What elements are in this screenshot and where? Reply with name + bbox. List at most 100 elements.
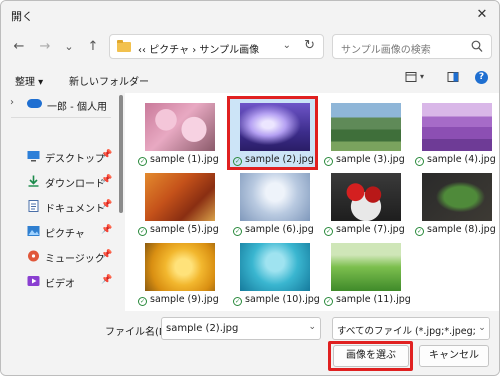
thumbnail (240, 173, 310, 221)
sidebar-item-desktop[interactable]: デスクトップ 📌 (1, 145, 117, 167)
expand-icon[interactable]: › (10, 97, 14, 108)
file-name: sample (9).jpg (150, 294, 219, 305)
file-item[interactable]: ✓ sample (10).jpg (230, 237, 320, 307)
thumbnail (145, 103, 215, 151)
file-item[interactable]: ✓ sample (3).jpg (321, 97, 409, 167)
document-icon (28, 200, 39, 212)
file-type-select[interactable]: すべてのファイル (*.jpg;*.jpeg;*.bmp ⌄ (332, 317, 490, 340)
file-item-selected[interactable]: ✓ sample (2).jpg (230, 97, 318, 167)
file-type-value[interactable]: すべてのファイル (*.jpg;*.jpeg;*.bmp (337, 323, 489, 337)
thumbnail (145, 173, 215, 221)
filename-field[interactable]: sample (2).jpg ⌄ (161, 317, 321, 340)
file-item[interactable]: ✓ sample (4).jpg (412, 97, 499, 167)
view-options-icon[interactable] (405, 71, 417, 83)
view-dropdown-icon[interactable]: ▾ (420, 72, 424, 81)
pin-icon[interactable]: 📌 (101, 150, 112, 160)
thumbnail (331, 103, 401, 151)
cloud-icon (27, 99, 42, 108)
file-item[interactable]: ✓ sample (6).jpg (230, 167, 318, 237)
open-file-dialog: 開く ✕ ← → ⌄ ↑ ‹‹ ピクチャ › サンプル画像 ⌄ ↻ サンプル画像… (0, 0, 500, 376)
sync-check-icon: ✓ (233, 157, 242, 166)
navigation-bar: ← → ⌄ ↑ ‹‹ ピクチャ › サンプル画像 ⌄ ↻ サンプル画像の検索 (1, 29, 499, 65)
sync-check-icon: ✓ (138, 157, 147, 166)
sync-check-icon: ✓ (324, 297, 333, 306)
back-button[interactable]: ← (9, 37, 29, 57)
sidebar-scrollbar[interactable] (119, 95, 123, 213)
up-button[interactable]: ↑ (83, 37, 103, 57)
forward-button[interactable]: → (35, 37, 55, 57)
sidebar-item-music[interactable]: ミュージック 📌 (1, 245, 117, 267)
file-list: ✓ sample (1).jpg ✓ sample (2).jpg ✓ sample … (125, 93, 499, 311)
sidebar-item-label: デスクトップ (45, 154, 105, 165)
file-item[interactable]: ✓ sample (9).jpg (135, 237, 223, 307)
file-name: sample (2).jpg (245, 154, 314, 165)
sync-check-icon: ✓ (324, 227, 333, 236)
pin-icon[interactable]: 📌 (101, 200, 112, 210)
sidebar-item-downloads[interactable]: ダウンロード 📌 (1, 170, 117, 192)
sidebar-item-label: ピクチャ (45, 229, 85, 240)
file-item[interactable]: ✓ sample (5).jpg (135, 167, 223, 237)
chevron-down-icon[interactable]: ⌄ (308, 322, 316, 332)
search-placeholder[interactable]: サンプル画像の検索 (341, 41, 431, 56)
file-item[interactable]: ✓ sample (8).jpg (412, 167, 499, 237)
divider (11, 117, 111, 118)
folder-icon (117, 40, 131, 52)
file-item[interactable]: ✓ sample (1).jpg (135, 97, 223, 167)
pin-icon[interactable]: 📌 (101, 275, 112, 285)
sidebar-item-label: ダウンロード (45, 179, 105, 190)
sync-check-icon: ✓ (415, 227, 424, 236)
chevron-down-icon[interactable]: ⌄ (475, 318, 489, 339)
button-highlight (328, 341, 413, 371)
file-item[interactable]: ✓ sample (11).jpg (321, 237, 411, 307)
title-bar: 開く ✕ (1, 1, 499, 29)
file-name: sample (3).jpg (336, 154, 405, 165)
file-name: sample (4).jpg (427, 154, 496, 165)
cancel-button[interactable]: キャンセル (419, 345, 489, 367)
file-name: sample (1).jpg (150, 154, 219, 165)
sidebar-item-pictures[interactable]: ピクチャ 📌 (1, 220, 117, 242)
pin-icon[interactable]: 📌 (101, 225, 112, 235)
sidebar-item-label: ミュージック (45, 254, 105, 265)
breadcrumb[interactable]: ‹‹ ピクチャ › サンプル画像 (138, 41, 259, 56)
refresh-button[interactable]: ↻ (304, 38, 315, 53)
file-name: sample (5).jpg (150, 224, 219, 235)
thumbnail (331, 173, 401, 221)
sync-check-icon: ✓ (138, 297, 147, 306)
sidebar-item-documents[interactable]: ドキュメント 📌 (1, 195, 117, 217)
close-icon[interactable]: ✕ (471, 5, 493, 25)
sidebar-item-videos[interactable]: ビデオ 📌 (1, 270, 117, 292)
chevron-down-icon[interactable]: ⌄ (283, 40, 291, 51)
navigation-pane: › 一郎 - 個人用 デスクトップ 📌 ダウンロード 📌 ドキュメント 📌 ピク… (1, 93, 119, 311)
picture-icon (27, 226, 40, 236)
new-folder-button[interactable]: 新しいフォルダー (69, 73, 149, 88)
file-item[interactable]: ✓ sample (7).jpg (321, 167, 409, 237)
file-name: sample (6).jpg (245, 224, 314, 235)
file-name: sample (8).jpg (427, 224, 496, 235)
sidebar-item-label: ドキュメント (45, 204, 105, 215)
address-bar[interactable]: ‹‹ ピクチャ › サンプル画像 ⌄ ↻ (109, 34, 324, 59)
window-title: 開く (11, 10, 33, 23)
video-icon (27, 276, 40, 286)
help-icon[interactable]: ? (475, 71, 488, 84)
thumbnail (240, 243, 310, 291)
pin-icon[interactable]: 📌 (101, 250, 112, 260)
recent-locations-button[interactable]: ⌄ (59, 37, 79, 57)
sidebar-item-label: 一郎 - 個人用 (47, 102, 107, 113)
thumbnail (331, 243, 401, 291)
desktop-icon (27, 151, 40, 162)
organize-button[interactable]: 整理 ▾ (15, 73, 43, 88)
file-name: sample (11).jpg (336, 294, 411, 305)
preview-pane-icon[interactable] (447, 71, 459, 83)
thumbnail (240, 103, 310, 151)
thumbnail (422, 103, 492, 151)
sync-check-icon: ✓ (324, 157, 333, 166)
sync-check-icon: ✓ (138, 227, 147, 236)
file-name: sample (10).jpg (245, 294, 320, 305)
pin-icon[interactable]: 📌 (101, 175, 112, 185)
filename-value[interactable]: sample (2).jpg (166, 323, 238, 334)
download-icon (28, 175, 39, 187)
sidebar-item-label: ビデオ (45, 279, 75, 290)
music-icon (28, 250, 39, 262)
search-box[interactable]: サンプル画像の検索 (332, 34, 492, 59)
sidebar-item-onedrive[interactable]: › 一郎 - 個人用 (1, 93, 117, 115)
